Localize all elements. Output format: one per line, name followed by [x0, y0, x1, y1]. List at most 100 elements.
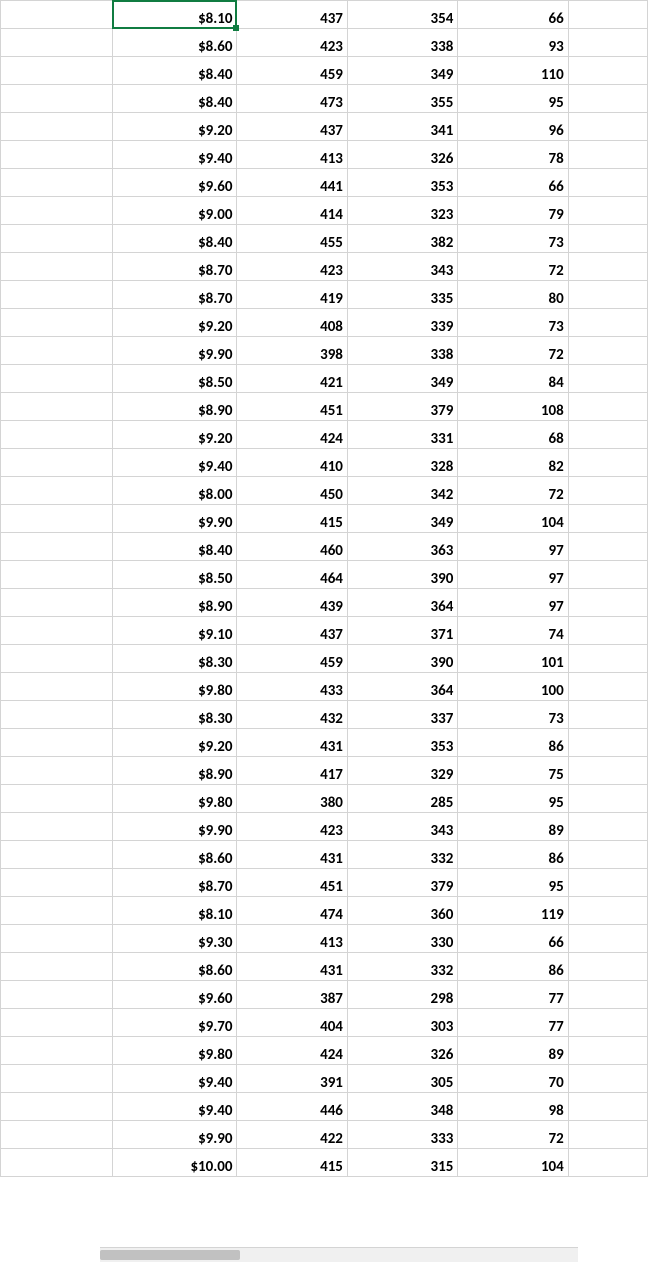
- cell[interactable]: [568, 589, 647, 617]
- cell[interactable]: [568, 225, 647, 253]
- cell[interactable]: [568, 421, 647, 449]
- cell[interactable]: [568, 1149, 647, 1177]
- cell[interactable]: $8.50: [112, 561, 237, 589]
- cell[interactable]: [568, 449, 647, 477]
- cell[interactable]: 70: [458, 1065, 568, 1093]
- cell[interactable]: [568, 1093, 647, 1121]
- cell[interactable]: $8.30: [112, 701, 237, 729]
- cell[interactable]: [568, 1009, 647, 1037]
- cell[interactable]: 446: [237, 1093, 347, 1121]
- cell[interactable]: 332: [347, 841, 457, 869]
- cell[interactable]: 328: [347, 449, 457, 477]
- cell[interactable]: 451: [237, 393, 347, 421]
- cell[interactable]: [1, 253, 113, 281]
- cell[interactable]: 303: [347, 1009, 457, 1037]
- cell[interactable]: 349: [347, 57, 457, 85]
- cell[interactable]: $8.90: [112, 589, 237, 617]
- cell[interactable]: [568, 29, 647, 57]
- cell[interactable]: 74: [458, 617, 568, 645]
- cell[interactable]: [568, 85, 647, 113]
- cell[interactable]: 77: [458, 981, 568, 1009]
- cell[interactable]: [1, 29, 113, 57]
- cell[interactable]: [1, 337, 113, 365]
- cell[interactable]: 473: [237, 85, 347, 113]
- cell[interactable]: 72: [458, 477, 568, 505]
- cell[interactable]: 450: [237, 477, 347, 505]
- cell[interactable]: 75: [458, 757, 568, 785]
- cell[interactable]: [1, 393, 113, 421]
- cell[interactable]: [568, 701, 647, 729]
- cell[interactable]: 441: [237, 169, 347, 197]
- cell[interactable]: 104: [458, 1149, 568, 1177]
- cell[interactable]: 343: [347, 253, 457, 281]
- cell[interactable]: 82: [458, 449, 568, 477]
- cell[interactable]: [568, 757, 647, 785]
- cell[interactable]: [568, 981, 647, 1009]
- cell[interactable]: 80: [458, 281, 568, 309]
- cell[interactable]: 68: [458, 421, 568, 449]
- cell[interactable]: 353: [347, 169, 457, 197]
- cell[interactable]: [568, 253, 647, 281]
- cell[interactable]: [568, 897, 647, 925]
- cell[interactable]: 86: [458, 841, 568, 869]
- cell[interactable]: 419: [237, 281, 347, 309]
- cell[interactable]: 285: [347, 785, 457, 813]
- cell[interactable]: 451: [237, 869, 347, 897]
- cell[interactable]: 431: [237, 729, 347, 757]
- cell[interactable]: 380: [237, 785, 347, 813]
- cell[interactable]: [568, 365, 647, 393]
- cell[interactable]: [568, 925, 647, 953]
- cell[interactable]: 72: [458, 1121, 568, 1149]
- cell[interactable]: [568, 281, 647, 309]
- cell[interactable]: [568, 505, 647, 533]
- cell[interactable]: [568, 141, 647, 169]
- cell[interactable]: [1, 617, 113, 645]
- cell[interactable]: $9.60: [112, 169, 237, 197]
- cell[interactable]: [1, 701, 113, 729]
- cell[interactable]: $9.20: [112, 309, 237, 337]
- cell[interactable]: $9.20: [112, 729, 237, 757]
- cell[interactable]: [568, 813, 647, 841]
- cell[interactable]: [1, 897, 113, 925]
- horizontal-scrollbar-thumb[interactable]: [100, 1250, 240, 1260]
- cell[interactable]: 413: [237, 141, 347, 169]
- cell[interactable]: 349: [347, 365, 457, 393]
- cell[interactable]: $9.90: [112, 505, 237, 533]
- cell[interactable]: 333: [347, 1121, 457, 1149]
- cell[interactable]: 423: [237, 253, 347, 281]
- cell[interactable]: 379: [347, 869, 457, 897]
- cell[interactable]: 390: [347, 561, 457, 589]
- cell[interactable]: $8.10: [112, 897, 237, 925]
- cell[interactable]: 331: [347, 421, 457, 449]
- cell[interactable]: [1, 477, 113, 505]
- cell[interactable]: 459: [237, 57, 347, 85]
- cell[interactable]: $8.70: [112, 281, 237, 309]
- cell[interactable]: $9.80: [112, 673, 237, 701]
- cell[interactable]: 422: [237, 1121, 347, 1149]
- cell[interactable]: [1, 505, 113, 533]
- cell[interactable]: [1, 925, 113, 953]
- cell[interactable]: $8.40: [112, 57, 237, 85]
- cell[interactable]: $8.40: [112, 533, 237, 561]
- cell[interactable]: 355: [347, 85, 457, 113]
- cell[interactable]: 464: [237, 561, 347, 589]
- cell[interactable]: 110: [458, 57, 568, 85]
- cell[interactable]: 73: [458, 309, 568, 337]
- cell[interactable]: 332: [347, 953, 457, 981]
- cell[interactable]: [1, 281, 113, 309]
- cell[interactable]: 341: [347, 113, 457, 141]
- cell[interactable]: $9.00: [112, 197, 237, 225]
- cell[interactable]: $8.90: [112, 393, 237, 421]
- cell[interactable]: 305: [347, 1065, 457, 1093]
- cell[interactable]: [1, 785, 113, 813]
- cell[interactable]: 432: [237, 701, 347, 729]
- cell[interactable]: 431: [237, 841, 347, 869]
- cell[interactable]: 72: [458, 337, 568, 365]
- cell[interactable]: 86: [458, 729, 568, 757]
- cell[interactable]: 455: [237, 225, 347, 253]
- cell[interactable]: 95: [458, 85, 568, 113]
- cell[interactable]: 431: [237, 953, 347, 981]
- cell[interactable]: 89: [458, 813, 568, 841]
- cell[interactable]: 371: [347, 617, 457, 645]
- cell[interactable]: 413: [237, 925, 347, 953]
